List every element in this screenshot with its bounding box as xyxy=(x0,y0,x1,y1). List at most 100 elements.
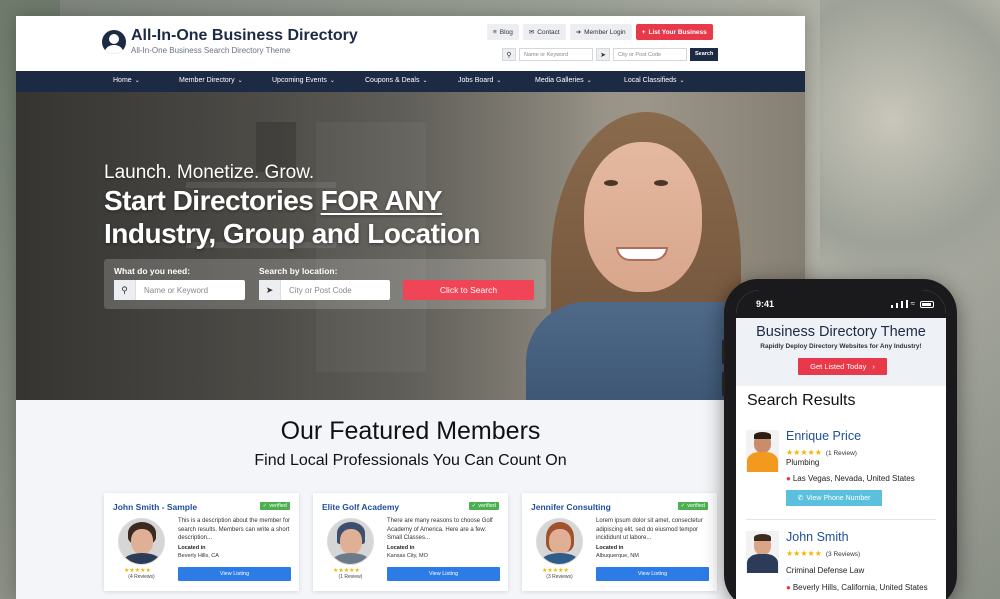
list-your-business-button[interactable]: + List Your Business xyxy=(635,24,713,40)
result-name-link[interactable]: John Smith xyxy=(786,530,849,544)
view-listing-button[interactable]: View Listing xyxy=(596,567,709,581)
review-count: (3 Reviews) xyxy=(546,574,573,580)
member-card: John Smith - Sample ✓ verified ★★★★★ (4 R… xyxy=(104,493,299,591)
header-location-input[interactable]: City or Post Code xyxy=(613,48,687,61)
avatar[interactable] xyxy=(746,531,779,573)
check-icon: ✓ xyxy=(680,503,686,509)
avatar[interactable] xyxy=(536,518,583,565)
nav-item-member-directory[interactable]: Member Directory ⌄ xyxy=(179,71,272,92)
review-count: (1 Review) xyxy=(825,450,857,457)
hero-section: Launch. Monetize. Grow. Start Directorie… xyxy=(16,92,805,400)
star-rating: ★★★★★ xyxy=(333,568,360,574)
location-label: Search by location: xyxy=(259,266,338,276)
result-name-link[interactable]: Enrique Price xyxy=(786,429,861,443)
hero-woman-eye xyxy=(604,180,618,186)
located-label: Located in xyxy=(596,545,624,551)
search-icon: ⚲ xyxy=(114,280,136,300)
star-rating: ★★★★★ xyxy=(124,568,151,574)
result-location: ● Beverly Hills, California, United State… xyxy=(786,583,928,592)
chevron-down-icon: ⌄ xyxy=(496,78,502,84)
hero-woman-face xyxy=(584,142,702,292)
chevron-down-icon: ⌄ xyxy=(679,78,685,84)
hero-heading: Start Directories FOR ANY Industry, Grou… xyxy=(104,185,480,249)
featured-subtitle: Find Local Professionals You Can Count O… xyxy=(254,452,567,469)
nav-item-media-galleries[interactable]: Media Galleries ⌄ xyxy=(535,71,624,92)
mobile-title: Business Directory Theme xyxy=(756,324,926,340)
member-name-link[interactable]: John Smith - Sample xyxy=(113,502,197,512)
chevron-right-icon: › xyxy=(872,362,875,371)
hero-tagline: Launch. Monetize. Grow. xyxy=(104,162,315,183)
check-icon: ✓ xyxy=(471,503,477,509)
hero-search-box: What do you need: ⚲ Name or Keyword Sear… xyxy=(104,259,546,309)
member-name-link[interactable]: Jennifer Consulting xyxy=(531,502,611,512)
phone-screen: 9:41 ≈ Business Directory Theme Rapidly … xyxy=(736,290,946,599)
phone-notch xyxy=(786,290,896,308)
logo-subtitle: All-In-One Business Search Directory The… xyxy=(131,46,291,55)
phone-status-bar: 9:41 ≈ xyxy=(736,290,946,318)
phone-icon: ✆ xyxy=(797,495,804,502)
contact-link[interactable]: ✉ Contact xyxy=(522,24,566,40)
location-arrow-icon: ➤ xyxy=(259,280,281,300)
search-icon: ⚲ xyxy=(502,48,516,61)
hero-search-button[interactable]: Click to Search xyxy=(403,280,534,300)
keyword-input[interactable]: ⚲ Name or Keyword xyxy=(114,280,245,300)
envelope-icon: ✉ xyxy=(528,29,535,36)
nav-item-coupons-deals[interactable]: Coupons & Deals ⌄ xyxy=(365,71,458,92)
map-pin-icon: ● xyxy=(786,583,791,592)
member-location: Albuquerque, NM xyxy=(596,553,639,559)
main-nav: Home ⌄ Member Directory ⌄ Upcoming Events ⌄… xyxy=(16,71,805,92)
user-circle-icon[interactable] xyxy=(102,30,126,54)
status-icons: ≈ xyxy=(890,299,934,308)
featured-members-section: Our Featured Members Find Local Professi… xyxy=(16,400,805,599)
nav-item-local-classifieds[interactable]: Local Classifieds ⌄ xyxy=(624,71,714,92)
avatar[interactable] xyxy=(327,518,374,565)
view-listing-button[interactable]: View Listing xyxy=(387,567,500,581)
member-location: Beverly Hills, CA xyxy=(178,553,219,559)
header-search: ⚲ Name or Keyword ➤ City or Post Code Se… xyxy=(502,48,719,61)
member-description: This is a description about the member f… xyxy=(178,518,291,541)
wifi-icon: ≈ xyxy=(910,299,915,308)
nav-item-home[interactable]: Home ⌄ xyxy=(113,71,179,92)
nav-item-jobs-board[interactable]: Jobs Board ⌄ xyxy=(458,71,535,92)
nav-item-upcoming-events[interactable]: Upcoming Events ⌄ xyxy=(272,71,365,92)
review-count: (3 Reviews) xyxy=(825,551,861,558)
rss-icon: ≡ xyxy=(493,28,497,36)
location-arrow-icon: ➤ xyxy=(596,48,610,61)
star-rating: ★★★★★ (3 Reviews) xyxy=(786,549,861,558)
check-icon: ✓ xyxy=(262,503,268,509)
result-category: Criminal Defense Law xyxy=(786,566,865,575)
logo-title[interactable]: All-In-One Business Directory xyxy=(131,27,358,45)
top-links: ≡ Blog ✉ Contact ➜ Member Login + List Your … xyxy=(487,24,713,40)
map-pin-icon: ● xyxy=(786,474,791,483)
header-search-button[interactable]: Search xyxy=(690,48,719,61)
member-login-link[interactable]: ➜ Member Login xyxy=(569,24,632,40)
result-location: ● Las Vegas, Nevada, United States xyxy=(786,474,915,483)
chevron-down-icon: ⌄ xyxy=(237,78,243,84)
hero-woman-eye xyxy=(654,180,668,186)
plus-icon: + xyxy=(641,28,646,36)
phone-volume-button xyxy=(722,340,725,364)
located-label: Located in xyxy=(178,545,206,551)
member-location: Kansas City, MO xyxy=(387,553,428,559)
review-count: (1 Review) xyxy=(338,574,363,580)
mobile-hero: Business Directory Theme Rapidly Deploy … xyxy=(736,318,946,386)
avatar[interactable] xyxy=(118,518,165,565)
sign-in-icon: ➜ xyxy=(575,29,582,36)
member-name-link[interactable]: Elite Golf Academy xyxy=(322,502,399,512)
location-input[interactable]: ➤ City or Post Code xyxy=(259,280,390,300)
get-listed-button[interactable]: Get Listed Today › xyxy=(798,358,887,375)
header-keyword-input[interactable]: Name or Keyword xyxy=(519,48,593,61)
signal-icon xyxy=(890,305,893,308)
member-card: Elite Golf Academy ✓ verified ★★★★★ (1 Re… xyxy=(313,493,508,591)
search-results-heading: Search Results xyxy=(747,392,856,409)
view-phone-button[interactable]: ✆ View Phone Number xyxy=(786,490,882,506)
status-time: 9:41 xyxy=(756,299,775,309)
desktop-site: All-In-One Business Directory All-In-One… xyxy=(16,16,805,599)
blog-link[interactable]: ≡ Blog xyxy=(487,24,519,40)
battery-icon xyxy=(920,301,934,308)
avatar[interactable] xyxy=(746,430,779,472)
review-count: (4 Reviews) xyxy=(128,574,155,580)
view-listing-button[interactable]: View Listing xyxy=(178,567,291,581)
chevron-down-icon: ⌄ xyxy=(422,78,428,84)
verified-badge: ✓ verified xyxy=(468,502,499,510)
